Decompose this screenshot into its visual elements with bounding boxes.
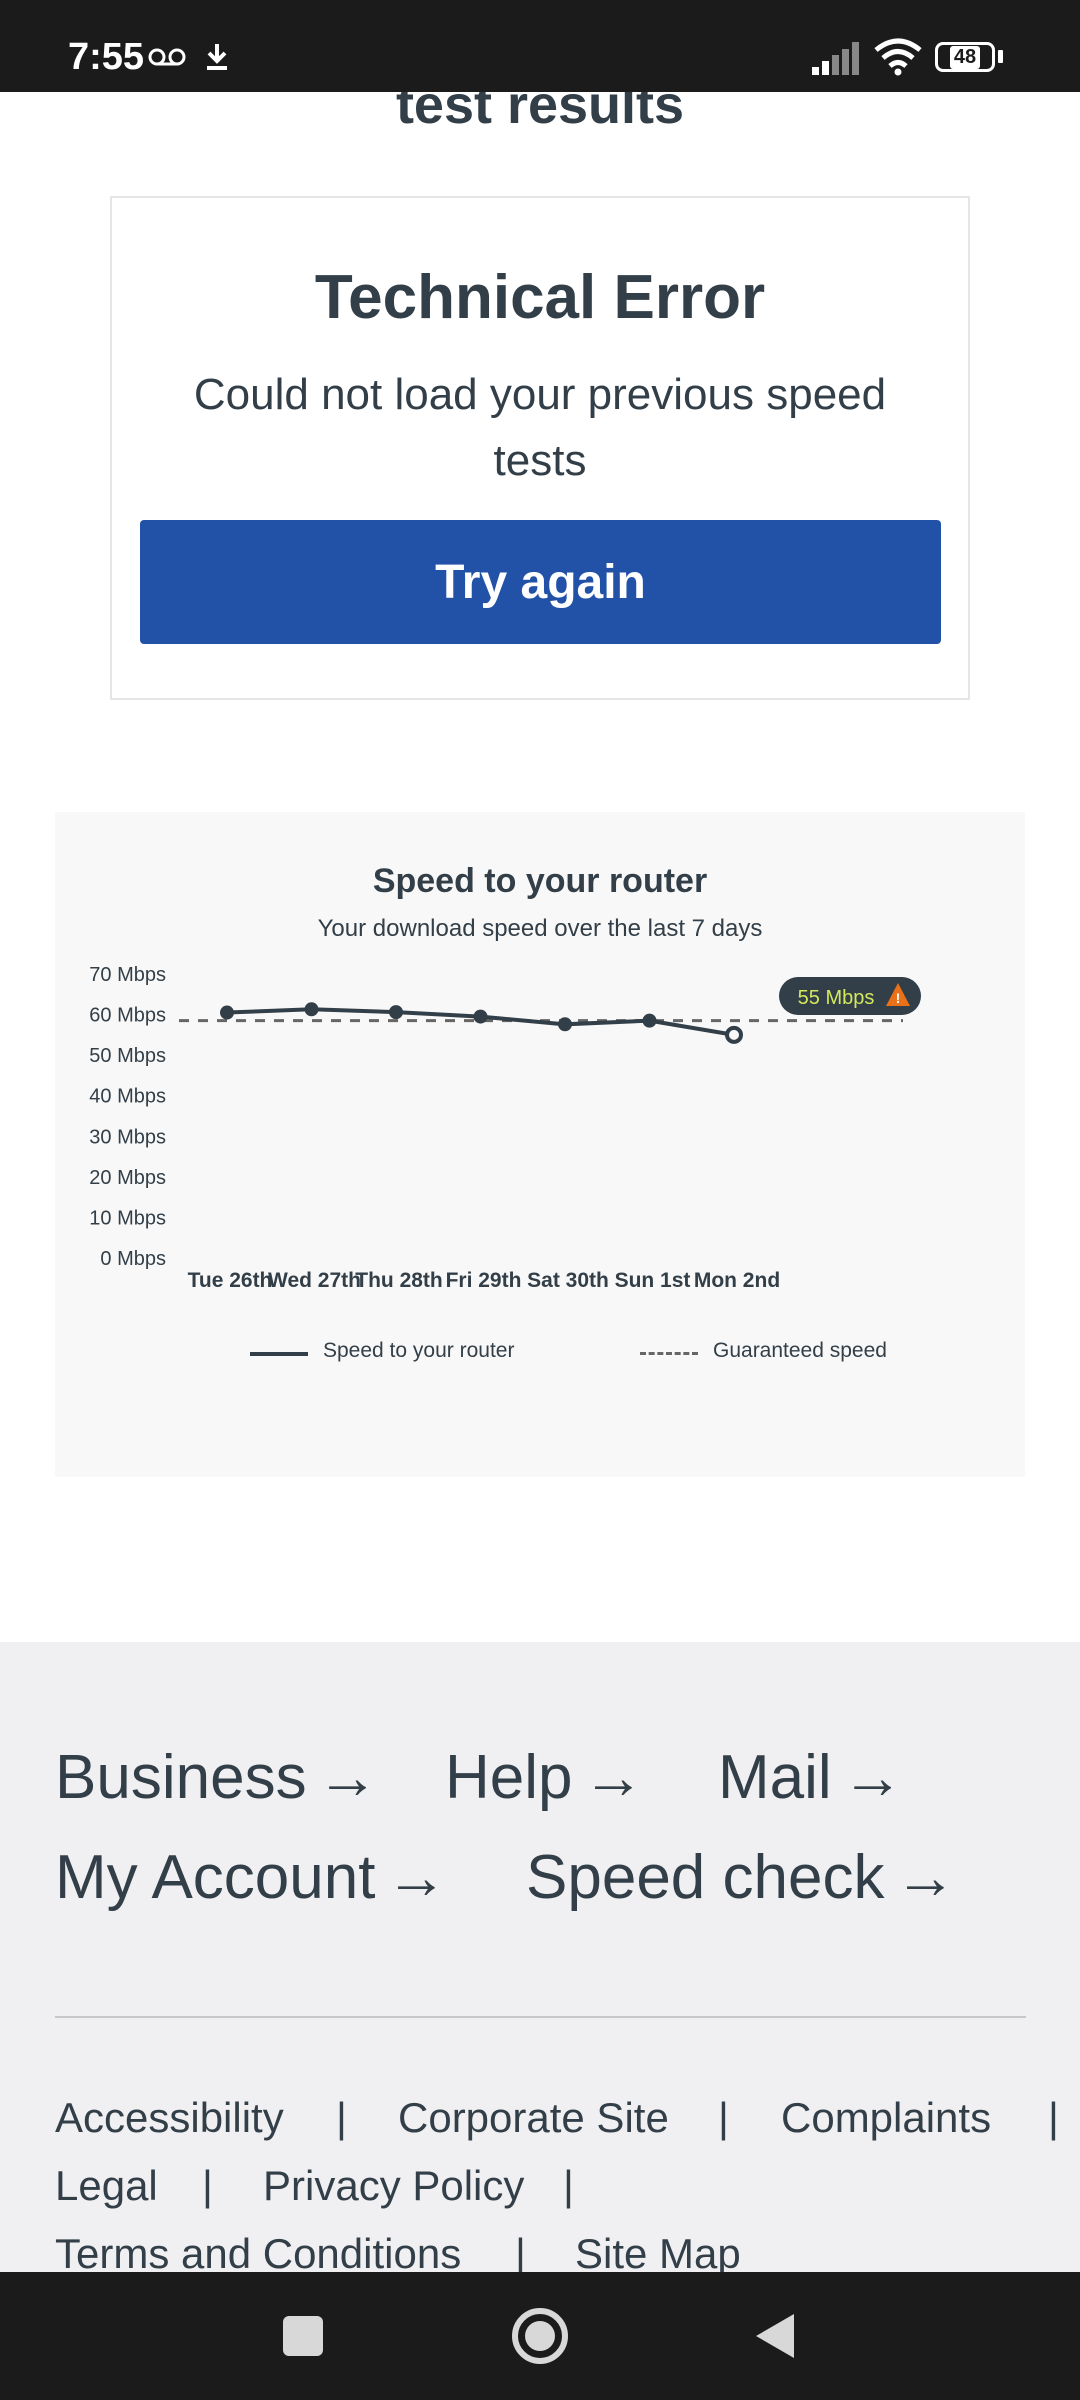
footer-divider: [55, 2016, 1026, 2018]
data-point[interactable]: [220, 1005, 234, 1020]
voicemail-icon: [148, 48, 186, 66]
error-message: Could not load your previous speed tests: [193, 370, 887, 485]
x-tick-label: Sat 30th: [527, 1269, 609, 1292]
y-tick-label: 30 Mbps: [89, 1126, 166, 1148]
status-bar: 7:55 48: [0, 0, 1080, 92]
wifi-icon: [874, 38, 922, 76]
y-tick-label: 10 Mbps: [89, 1207, 166, 1229]
speed-line-chart: 0 Mbps 10 Mbps 20 Mbps 30 Mbps 40 Mbps 50 Mbp…: [89, 964, 921, 1292]
arrow-right-icon: →: [385, 1843, 448, 1912]
footer-link-help[interactable]: Help →: [445, 1742, 645, 1813]
footer: [0, 1642, 1080, 2272]
footer-link-corporate-site[interactable]: Corporate Site: [398, 2094, 669, 2142]
footer-separator: |: [718, 2094, 729, 2141]
footer-link-privacy-policy[interactable]: Privacy Policy: [263, 2162, 524, 2210]
recent-apps-icon[interactable]: [283, 2316, 323, 2356]
x-tick-label: Thu 28th: [355, 1269, 443, 1292]
battery-level: 48: [949, 45, 981, 69]
data-point[interactable]: [304, 1002, 319, 1017]
footer-link-terms[interactable]: Terms and Conditions: [55, 2230, 461, 2278]
battery-icon: 48: [935, 42, 995, 72]
battery-tip: [998, 50, 1003, 63]
callout-value: 55 Mbps: [798, 987, 875, 1009]
legend-router-label: Speed to your router: [323, 1339, 515, 1362]
legend-guaranteed-label: Guaranteed speed: [713, 1339, 887, 1362]
y-tick-label: 20 Mbps: [89, 1167, 166, 1189]
data-point[interactable]: [558, 1017, 572, 1032]
y-tick-label: 0 Mbps: [100, 1248, 166, 1270]
footer-link-speed-check[interactable]: Speed check →: [526, 1842, 956, 1913]
footer-separator: |: [336, 2094, 347, 2141]
status-time: 7:55: [68, 36, 145, 78]
svg-text:!: !: [896, 990, 901, 1006]
footer-link-my-account[interactable]: My Account →: [55, 1842, 447, 1913]
footer-link-mail[interactable]: Mail →: [718, 1742, 904, 1813]
arrow-right-icon: →: [841, 1743, 904, 1812]
x-tick-label: Tue 26th: [188, 1269, 273, 1292]
x-tick-label: Sun 1st: [615, 1269, 691, 1292]
arrow-right-icon: →: [894, 1843, 957, 1912]
cellular-signal-icon: [812, 42, 859, 75]
home-icon[interactable]: [510, 2306, 570, 2366]
y-tick-label: 70 Mbps: [89, 964, 166, 986]
x-tick-label: Wed 27th: [268, 1269, 361, 1292]
back-icon[interactable]: [754, 2312, 796, 2360]
x-tick-label: Mon 2nd: [694, 1269, 780, 1292]
footer-link-accessibility[interactable]: Accessibility: [55, 2094, 284, 2142]
footer-separator: |: [202, 2162, 213, 2209]
footer-link-site-map[interactable]: Site Map: [575, 2230, 741, 2278]
footer-link-business[interactable]: Business →: [55, 1742, 379, 1813]
x-tick-label: Fri 29th: [446, 1269, 522, 1292]
error-title: Technical Error: [314, 263, 766, 332]
footer-separator: |: [515, 2230, 526, 2277]
y-tick-label: 60 Mbps: [89, 1005, 166, 1027]
legend-router-line: [250, 1352, 308, 1356]
footer-separator: |: [1048, 2094, 1059, 2141]
legend-guaranteed-line: [640, 1352, 698, 1355]
data-point[interactable]: [473, 1009, 488, 1024]
data-point[interactable]: [642, 1013, 657, 1028]
footer-link-complaints[interactable]: Complaints: [781, 2094, 991, 2142]
y-tick-label: 50 Mbps: [89, 1045, 166, 1067]
data-point[interactable]: [389, 1005, 403, 1020]
latest-data-point[interactable]: [725, 1025, 743, 1044]
footer-separator: |: [563, 2162, 574, 2209]
try-again-button[interactable]: Try again: [140, 520, 941, 644]
arrow-right-icon: →: [582, 1743, 645, 1812]
y-tick-label: 40 Mbps: [89, 1086, 166, 1108]
arrow-right-icon: →: [316, 1743, 379, 1812]
footer-link-legal[interactable]: Legal: [55, 2162, 158, 2210]
download-icon: [207, 44, 227, 70]
system-navigation-bar: [0, 2272, 1080, 2400]
